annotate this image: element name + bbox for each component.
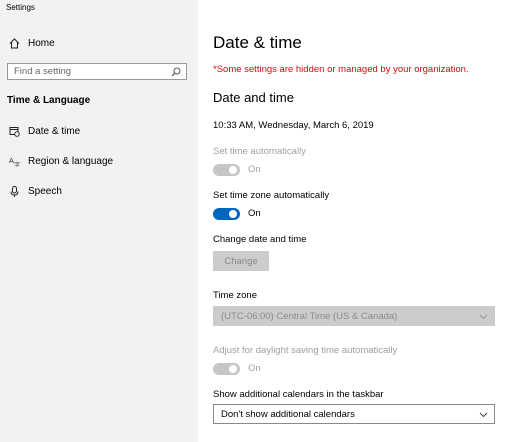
calendars-label: Show additional calendars in the taskbar bbox=[213, 389, 384, 400]
sidebar-item-label: Speech bbox=[28, 185, 62, 197]
search-icon[interactable] bbox=[171, 67, 181, 77]
set-time-auto-toggle[interactable] bbox=[213, 164, 240, 176]
section-subtitle: Date and time bbox=[213, 90, 294, 105]
time-zone-label: Time zone bbox=[213, 290, 257, 301]
toggle-knob bbox=[229, 365, 237, 373]
sidebar-item-home[interactable]: Home bbox=[8, 34, 55, 52]
set-tz-auto-label: Set time zone automatically bbox=[213, 190, 330, 201]
dst-toggle[interactable] bbox=[213, 363, 240, 375]
calendars-select[interactable]: Don't show additional calendars bbox=[213, 404, 495, 424]
main-panel: Date & time *Some settings are hidden or… bbox=[198, 0, 520, 442]
svg-text:字: 字 bbox=[14, 161, 20, 167]
toggle-knob bbox=[229, 210, 237, 218]
set-time-auto-state: On bbox=[248, 164, 261, 175]
search-placeholder: Find a setting bbox=[14, 66, 72, 77]
change-button[interactable]: Change bbox=[213, 251, 269, 271]
time-zone-select[interactable]: (UTC-06:00) Central Time (US & Canada) bbox=[213, 306, 495, 326]
page-title: Date & time bbox=[213, 33, 302, 52]
sidebar-item-speech[interactable]: Speech bbox=[8, 182, 62, 200]
set-time-auto-label: Set time automatically bbox=[213, 146, 306, 157]
calendar-clock-icon bbox=[8, 125, 20, 137]
app-title: Settings bbox=[6, 3, 35, 12]
sidebar-item-label: Date & time bbox=[28, 125, 81, 137]
sidebar-item-region-language[interactable]: A字 Region & language bbox=[8, 152, 114, 170]
home-icon bbox=[8, 37, 20, 49]
chevron-down-icon bbox=[479, 312, 488, 321]
managed-warning: *Some settings are hidden or managed by … bbox=[213, 64, 469, 75]
sidebar-item-label: Home bbox=[28, 37, 55, 49]
calendars-value: Don't show additional calendars bbox=[221, 408, 355, 420]
sidebar-item-label: Region & language bbox=[28, 155, 114, 167]
set-tz-auto-toggle[interactable] bbox=[213, 208, 240, 220]
current-datetime: 10:33 AM, Wednesday, March 6, 2019 bbox=[213, 120, 374, 131]
sidebar: Settings Home Find a setting Time & Lang… bbox=[0, 0, 198, 442]
dst-state: On bbox=[248, 363, 261, 374]
region-language-icon: A字 bbox=[8, 155, 20, 167]
toggle-knob bbox=[229, 166, 237, 174]
section-heading: Time & Language bbox=[7, 95, 91, 106]
set-tz-auto-state: On bbox=[248, 208, 261, 219]
sidebar-item-date-time[interactable]: Date & time bbox=[8, 122, 80, 140]
chevron-down-icon bbox=[479, 410, 488, 419]
change-date-label: Change date and time bbox=[213, 234, 307, 245]
time-zone-value: (UTC-06:00) Central Time (US & Canada) bbox=[221, 310, 398, 322]
microphone-icon bbox=[8, 185, 20, 197]
dst-label: Adjust for daylight saving time automati… bbox=[213, 345, 398, 356]
search-input[interactable]: Find a setting bbox=[7, 63, 187, 80]
